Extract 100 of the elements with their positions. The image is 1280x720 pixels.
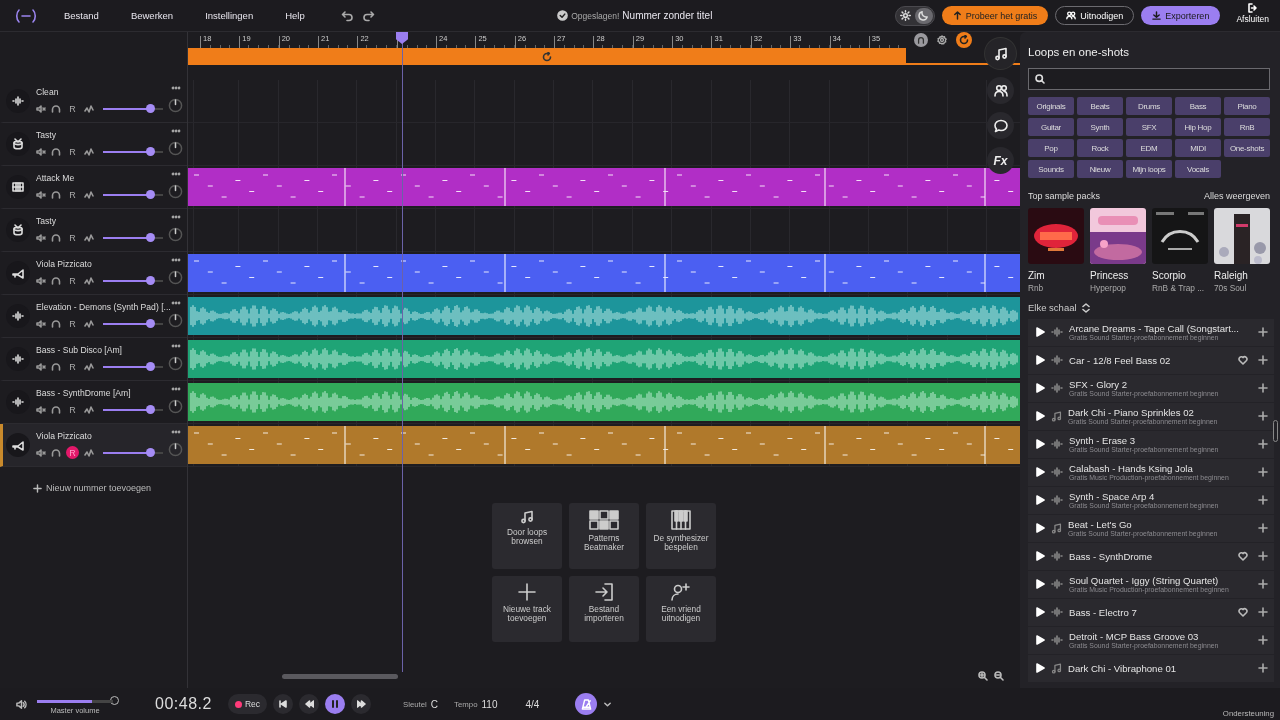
search-icon [1035,74,1045,84]
loop-toggle[interactable] [956,32,972,48]
master-volume-slider[interactable] [37,699,113,703]
note-panel-button[interactable] [985,38,1016,69]
record-arm-button[interactable]: R [66,188,79,201]
record-arm-button[interactable]: R [66,274,79,287]
piano-keys-icon [671,510,691,530]
record-arm-button[interactable]: R [66,231,79,244]
play-icon [1036,327,1045,338]
category-tag[interactable]: Guitar [1028,118,1074,136]
quick-start-tile[interactable]: Nieuwe track toevoegen [492,576,562,642]
category-tag[interactable]: One-shots [1224,139,1270,157]
effects-button[interactable]: Fx [987,147,1014,174]
play-icon [1036,551,1045,562]
menu-item[interactable]: Bewerken [124,10,180,21]
record-arm-button[interactable]: R [66,360,79,373]
waveform-icon [12,95,24,107]
exit-button[interactable]: Afsluiten [1227,1,1278,30]
category-tag[interactable]: EDM [1126,139,1172,157]
sample-pack-card[interactable]: Princess Hyperpop [1090,208,1146,293]
record-button[interactable]: Rec [227,694,267,714]
pause-icon [331,700,339,708]
rewind-button[interactable] [299,694,319,714]
add-track-button[interactable]: Nieuw nummer toevoegen [33,483,152,493]
category-tag[interactable]: Sounds [1028,160,1074,178]
track-header[interactable]: Tasty R [0,209,187,252]
track-header[interactable]: Clean R [0,80,187,123]
category-tag[interactable]: Piano [1224,97,1270,115]
record-arm-button[interactable]: R [66,145,79,158]
loop-icon [542,51,552,62]
track-header[interactable]: Attack Me R [0,166,187,209]
sample-pack-card[interactable]: Zim Rnb [1028,208,1084,293]
pan-knob-icon [168,141,183,156]
invite-button[interactable]: Uitnodigen [1055,6,1135,25]
search-field[interactable] [1028,68,1270,90]
category-tag[interactable]: Bass [1175,97,1221,115]
category-tag[interactable]: Pop [1028,139,1074,157]
category-tag[interactable]: RnB [1224,118,1270,136]
volume-slider[interactable] [103,279,163,282]
category-tag[interactable]: MIDI [1175,139,1221,157]
volume-slider[interactable] [103,150,163,153]
volume-slider[interactable] [103,107,163,110]
quick-start-tile[interactable]: Een vriend uitnodigen [646,576,716,642]
tempo-value[interactable]: 110 [481,698,498,710]
snap-button[interactable] [914,33,928,47]
track-header[interactable]: Viola Pizzicato R [0,252,187,295]
theme-toggle[interactable] [894,5,935,26]
menu-item[interactable]: Bestand [58,10,105,21]
export-button[interactable]: Exporteren [1141,6,1221,25]
loop-item[interactable]: Car - 12/8 Feel Bass 02 [1028,347,1274,374]
sample-pack-card[interactable]: Scorpio RnB & Trap ... [1152,208,1208,293]
category-tag[interactable]: Originals [1028,97,1074,115]
category-tag[interactable]: Hip Hop [1175,118,1221,136]
metronome-button[interactable] [575,693,598,715]
horizontal-scrollbar[interactable] [282,673,398,679]
fast-forward-button[interactable] [351,694,371,714]
scale-filter[interactable]: Elke schaal [1028,302,1280,313]
people-panel-button[interactable] [987,77,1014,104]
record-arm-button[interactable]: R [66,403,79,416]
category-tag[interactable]: SFX [1126,118,1172,136]
track-header[interactable]: Bass - Sub Disco [Am] R [0,338,187,381]
volume-slider[interactable] [103,365,163,368]
see-all-link[interactable]: Alles weergeven [1203,191,1270,201]
time-signature[interactable]: 4/4 [525,698,540,710]
loop-item[interactable]: Bass - Electro 7 [1028,599,1274,626]
loop-item[interactable]: Dark Chi - Vibraphone 01 [1028,655,1274,682]
track-header[interactable]: Tasty R [0,123,187,166]
category-tag[interactable]: Mijn loops [1126,160,1172,178]
record-arm-button[interactable]: R [66,317,79,330]
menu-item[interactable]: Help [279,10,311,21]
volume-slider[interactable] [103,193,163,196]
track-header[interactable]: Viola Pizzicato R [0,424,187,467]
category-tag[interactable]: Vocals [1175,160,1221,178]
quick-start-tile[interactable]: Bestand importeren [569,576,639,642]
quick-start-tile[interactable]: De synthesizer bespelen [646,503,716,569]
record-arm-button[interactable]: R [66,102,79,115]
category-tag[interactable]: Rock [1077,139,1123,157]
key-value[interactable]: C [430,698,439,710]
category-tag[interactable]: Synth [1077,118,1123,136]
volume-slider[interactable] [103,236,163,239]
plus-icon [1258,355,1268,366]
category-tag[interactable]: Drums [1126,97,1172,115]
song-title[interactable]: Nummer zonder titel [622,10,713,21]
category-tag[interactable]: Nieuw [1077,160,1123,178]
chat-panel-button[interactable] [987,112,1014,139]
sample-pack-card[interactable]: Raleigh 70s Soul [1214,208,1270,293]
menu-item[interactable]: Instellingen [199,10,260,21]
volume-slider[interactable] [103,451,163,454]
vertical-scrollbar[interactable] [1273,420,1278,442]
quick-start-tile[interactable]: Door loops browsen [492,503,562,569]
loop-item[interactable]: Bass - SynthDrome [1028,543,1274,570]
play-pause-button[interactable] [325,694,345,714]
category-tag[interactable]: Beats [1077,97,1123,115]
quick-start-tile[interactable]: Patterns Beatmaker [569,503,639,569]
track-header[interactable]: Elevation - Demons (Synth Pad) [... R [0,295,187,338]
volume-slider[interactable] [103,322,163,325]
skip-back-button[interactable] [273,694,293,714]
volume-slider[interactable] [103,408,163,411]
automation-icon [84,103,94,114]
upgrade-button[interactable]: Probeer het gratis [941,6,1049,25]
